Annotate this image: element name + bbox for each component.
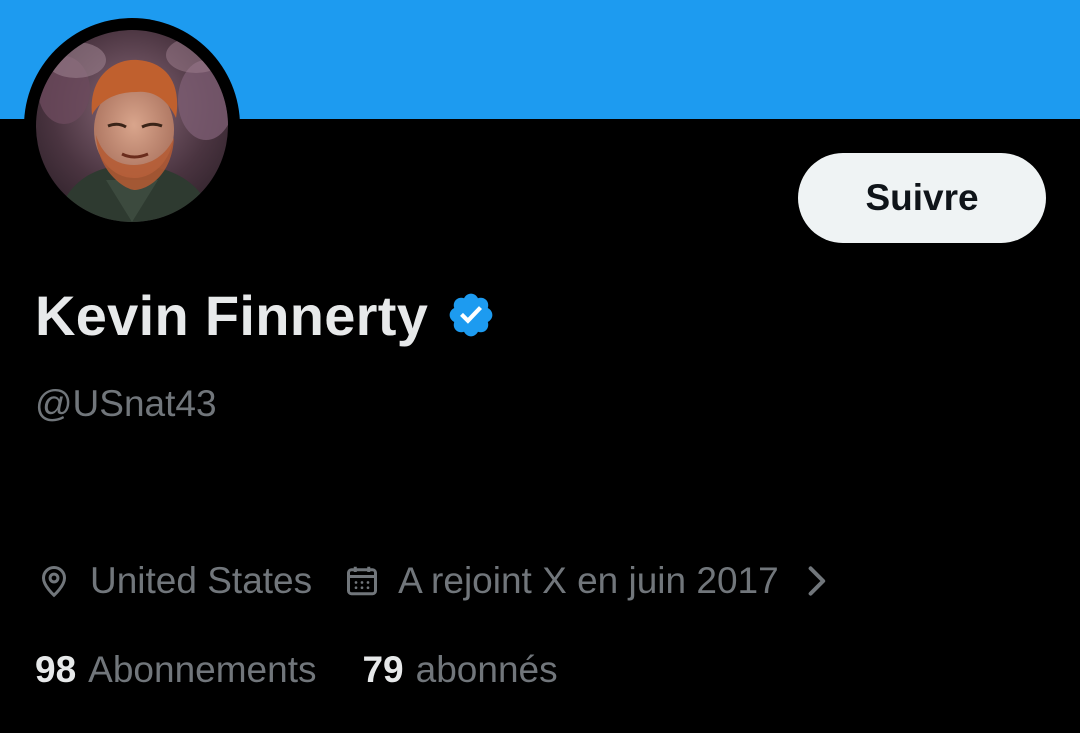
followers-count: 79	[362, 649, 404, 690]
calendar-icon	[344, 563, 380, 599]
profile-meta: United States A rejoint X en juin 2017	[36, 555, 827, 607]
following-link[interactable]: 98 Abonnements	[35, 649, 316, 691]
profile-page: Suivre Kevin Finnerty @USnat43 United St…	[0, 0, 1080, 733]
location-text: United States	[90, 560, 313, 601]
follow-stats: 98 Abonnements 79 abonnés	[35, 644, 558, 696]
avatar-photo	[36, 30, 228, 222]
following-count: 98	[35, 649, 77, 690]
chevron-right-icon[interactable]	[805, 563, 827, 599]
joined-date-text[interactable]: A rejoint X en juin 2017	[398, 560, 779, 602]
user-handle: @USnat43	[35, 383, 217, 424]
following-label: Abonnements	[88, 649, 317, 690]
followers-label: abonnés	[415, 649, 558, 690]
follow-button[interactable]: Suivre	[798, 153, 1046, 243]
avatar[interactable]	[36, 30, 228, 222]
name-row: Kevin Finnerty	[35, 280, 496, 350]
verified-badge-icon[interactable]	[446, 290, 496, 340]
followers-link[interactable]: 79 abonnés	[362, 649, 557, 691]
display-name: Kevin Finnerty	[35, 283, 429, 347]
location-pin-icon	[36, 563, 72, 599]
